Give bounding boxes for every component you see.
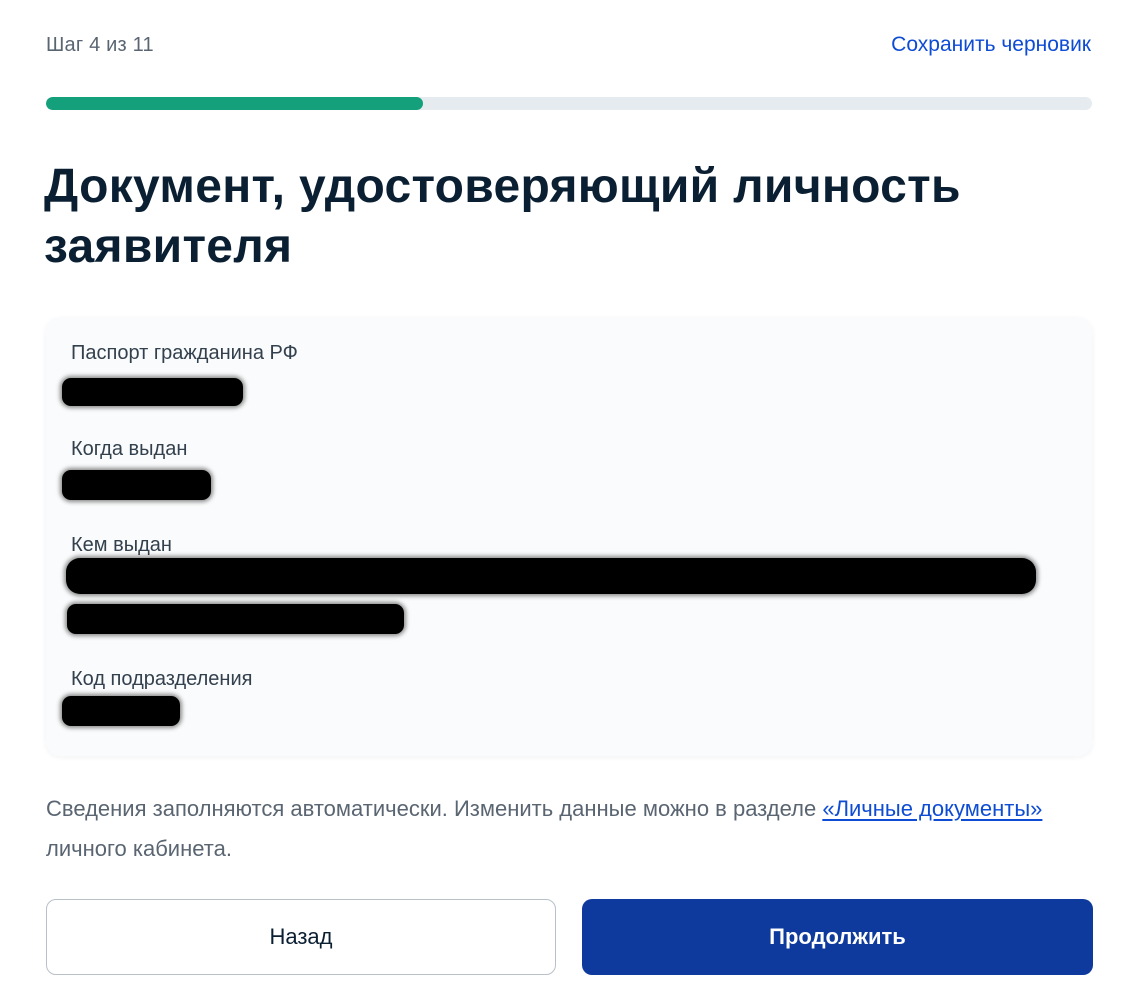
progress-bar-fill — [46, 97, 423, 110]
progress-bar — [46, 97, 1092, 110]
passport-label: Паспорт гражданина РФ — [71, 342, 298, 364]
back-button[interactable]: Назад — [46, 899, 556, 975]
issued-by-redacted-line1 — [66, 558, 1036, 594]
hint-text-after: личного кабинета. — [46, 836, 232, 861]
department-code-label: Код подразделения — [71, 668, 253, 690]
issued-by-redacted-line2 — [67, 604, 404, 634]
issue-date-redacted — [62, 470, 211, 500]
continue-button[interactable]: Продолжить — [582, 899, 1093, 975]
department-code-redacted — [62, 696, 180, 726]
save-draft-link[interactable]: Сохранить черновик — [891, 33, 1091, 57]
autofill-hint: Сведения заполняются автоматически. Изме… — [46, 789, 1096, 869]
personal-documents-link[interactable]: «Личные документы» — [822, 796, 1042, 821]
passport-number-redacted — [62, 378, 243, 406]
page-title: Документ, удостоверяющий личность заявит… — [44, 160, 961, 273]
step-indicator: Шаг 4 из 11 — [46, 34, 154, 56]
hint-text-before: Сведения заполняются автоматически. Изме… — [46, 796, 823, 821]
issue-date-label: Когда выдан — [71, 438, 188, 460]
issued-by-label: Кем выдан — [71, 534, 172, 556]
